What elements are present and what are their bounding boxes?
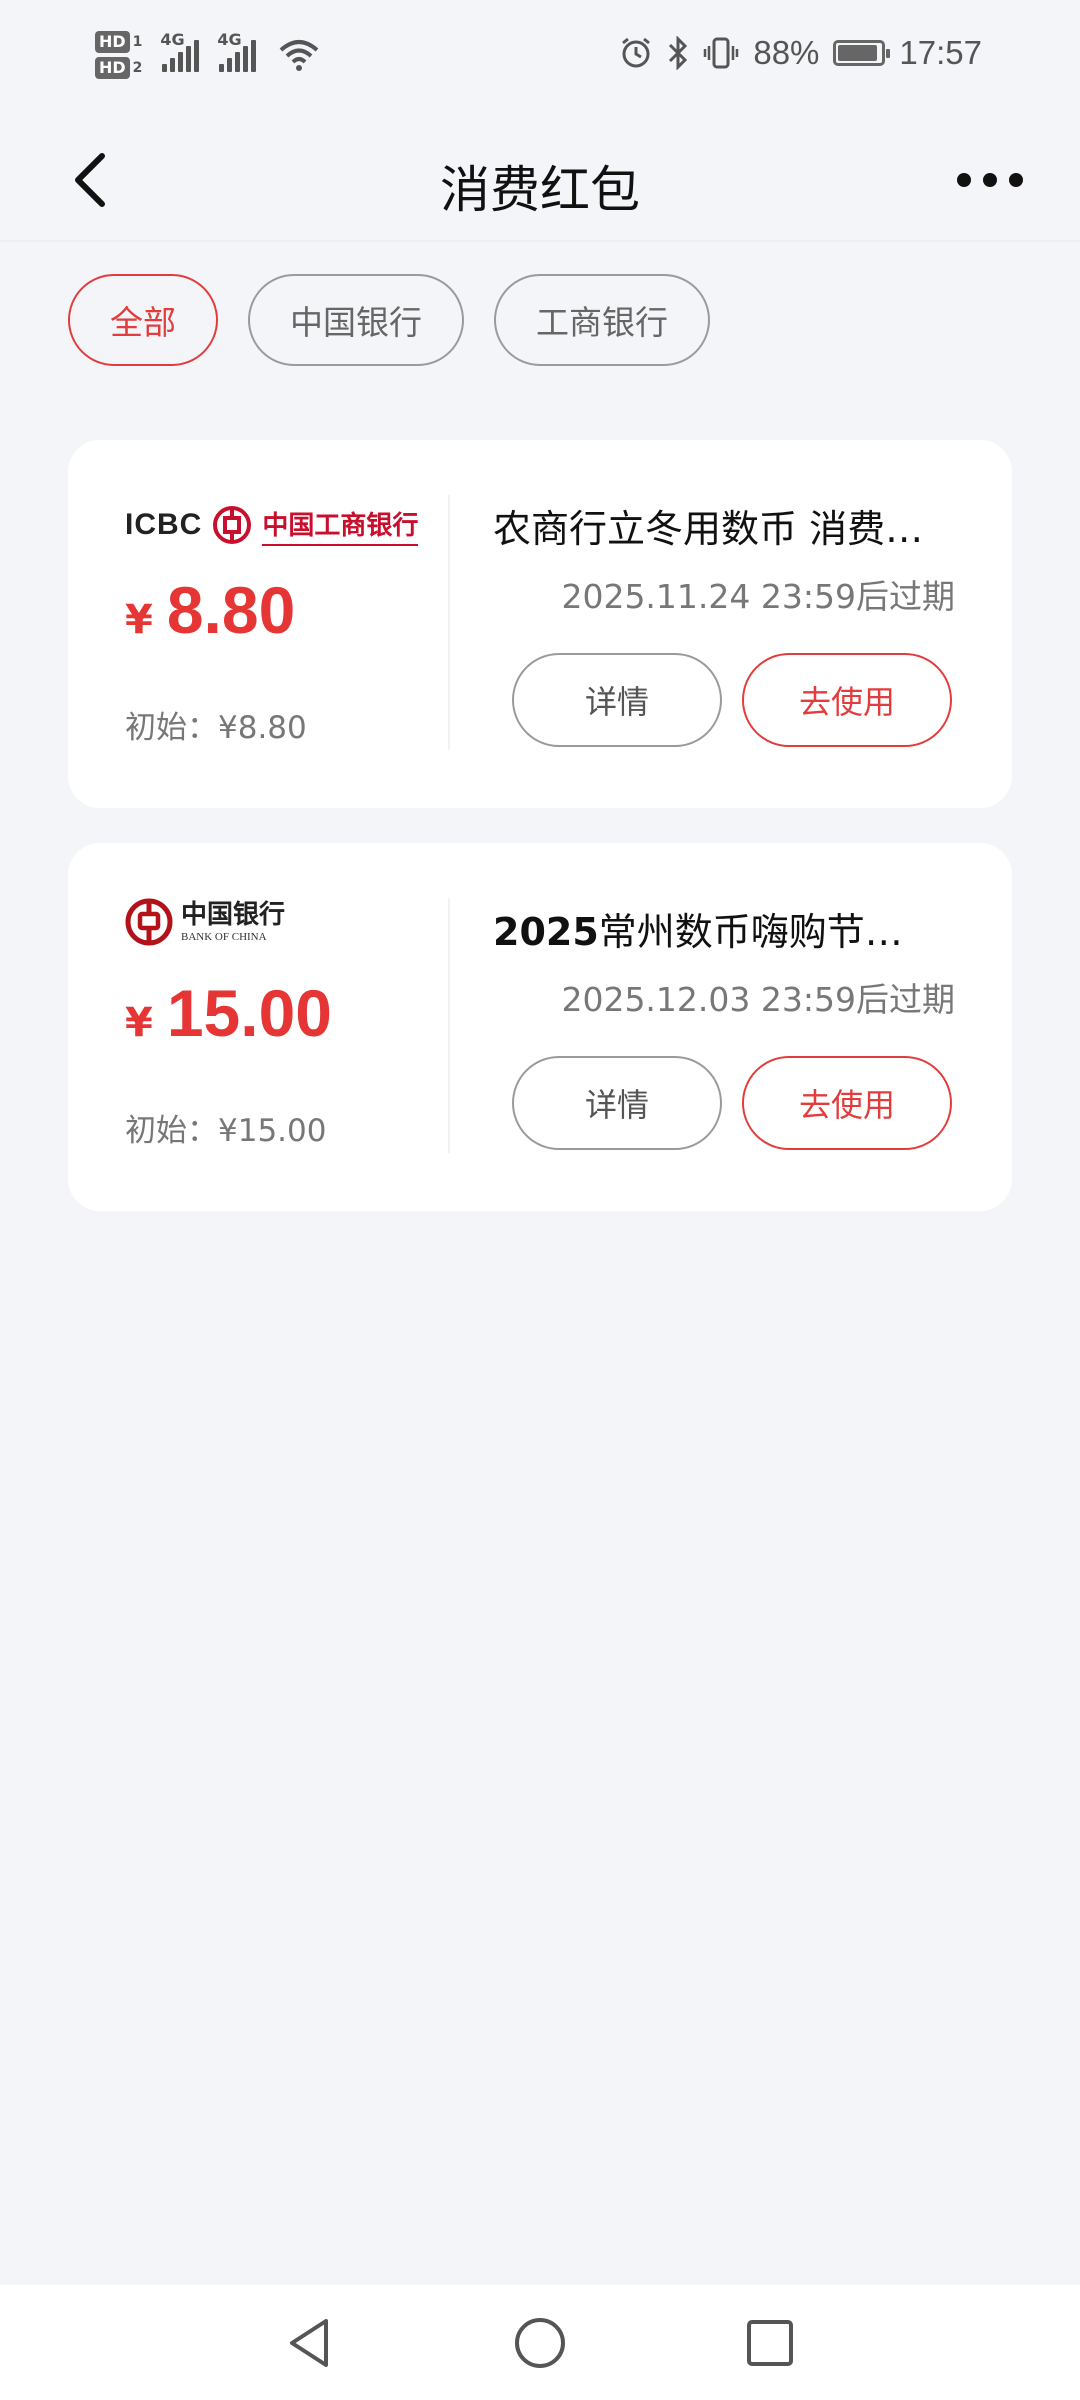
currency-symbol: ¥: [125, 597, 153, 643]
initial-amount: 初始：¥15.00: [125, 1113, 327, 1149]
battery-percent: 88%: [753, 34, 820, 71]
circle-home-icon: [515, 2317, 565, 2368]
detail-button[interactable]: 详情: [512, 653, 722, 747]
more-dot-icon: [1009, 173, 1023, 187]
hd-badge-1: HD: [95, 31, 130, 53]
voucher-card: 中国银行 BANK OF CHINA ¥ 15.00 初始：¥15.00 202…: [68, 843, 1012, 1211]
filter-all[interactable]: 全部: [68, 274, 218, 366]
signal-icon-1: 4G: [160, 30, 200, 72]
boc-emblem-icon: [125, 898, 173, 946]
icbc-bank-name: 中国工商银行: [262, 505, 419, 546]
nav-recents-button[interactable]: [730, 2303, 810, 2383]
status-left: HD 1 HD 2 4G 4G: [95, 20, 320, 90]
nav-back-button[interactable]: [270, 2303, 350, 2383]
triangle-back-icon: [290, 2318, 328, 2367]
voucher-title: 农商行立冬用数币 消费红包: [493, 507, 933, 551]
hd-index-2: 2: [132, 60, 143, 76]
icbc-emblem-icon: [213, 506, 252, 544]
card-divider: [448, 898, 450, 1153]
top-nav-bar: 消费红包: [0, 110, 1080, 242]
voucher-title-rest: 常州数币嗨购节（消费红包）: [598, 910, 933, 954]
status-bar: HD 1 HD 2 4G 4G 88% 17:57: [0, 0, 1080, 110]
expire-text: 2025.12.03 23:59后过期: [561, 980, 955, 1019]
icbc-logo: ICBC 中国工商银行: [125, 498, 419, 552]
boc-bank-name: 中国银行: [181, 899, 286, 930]
system-nav-bar: [0, 2285, 1080, 2400]
signal-icon-2: 4G: [217, 30, 257, 72]
filter-icbc[interactable]: 工商银行: [494, 274, 710, 366]
detail-button[interactable]: 详情: [512, 1056, 722, 1150]
network-label-1: 4G: [160, 30, 185, 49]
amount-value: 15.00: [166, 976, 333, 1050]
more-dot-icon: [957, 173, 971, 187]
square-recents-icon: [747, 2319, 793, 2366]
hd-index-1: 1: [132, 34, 143, 50]
nav-home-button[interactable]: [500, 2303, 580, 2383]
voucher-amount: ¥ 8.80: [125, 572, 295, 648]
voucher-title-year: 2025: [493, 910, 599, 954]
amount-value: 8.80: [166, 573, 296, 647]
page-title: 消费红包: [440, 161, 640, 219]
hd-badge-2: HD: [95, 57, 130, 79]
wifi-icon: [280, 40, 319, 71]
currency-symbol: ¥: [125, 1000, 153, 1046]
network-label-2: 4G: [217, 30, 242, 49]
use-button[interactable]: 去使用: [742, 653, 952, 747]
alarm-icon: [622, 37, 651, 68]
use-button[interactable]: 去使用: [742, 1056, 952, 1150]
voucher-title: 2025常州数币嗨购节（消费红包）: [493, 901, 933, 956]
initial-amount: 初始：¥8.80: [125, 710, 307, 746]
more-dot-icon: [983, 173, 997, 187]
boc-bank-name-en: BANK OF CHINA: [181, 930, 267, 943]
status-right: 88% 17:57: [619, 28, 982, 78]
bluetooth-icon: [669, 36, 688, 70]
vibrate-icon: [704, 37, 739, 69]
expire-text: 2025.11.24 23:59后过期: [561, 577, 955, 616]
filter-bank-of-china[interactable]: 中国银行: [248, 274, 464, 366]
voucher-card: ICBC 中国工商银行 ¥ 8.80 初始：¥8.80 农商行立冬用数币 消费红…: [68, 440, 1012, 808]
icbc-logo-text: ICBC: [125, 508, 203, 541]
boc-logo: 中国银行 BANK OF CHINA: [125, 895, 285, 949]
more-options-button[interactable]: [940, 140, 1040, 220]
voucher-amount: ¥ 15.00: [125, 975, 332, 1051]
filter-chips: 全部 中国银行 工商银行: [68, 274, 710, 366]
card-divider: [448, 495, 450, 750]
battery-icon: [833, 40, 891, 66]
clock: 17:57: [899, 34, 982, 71]
